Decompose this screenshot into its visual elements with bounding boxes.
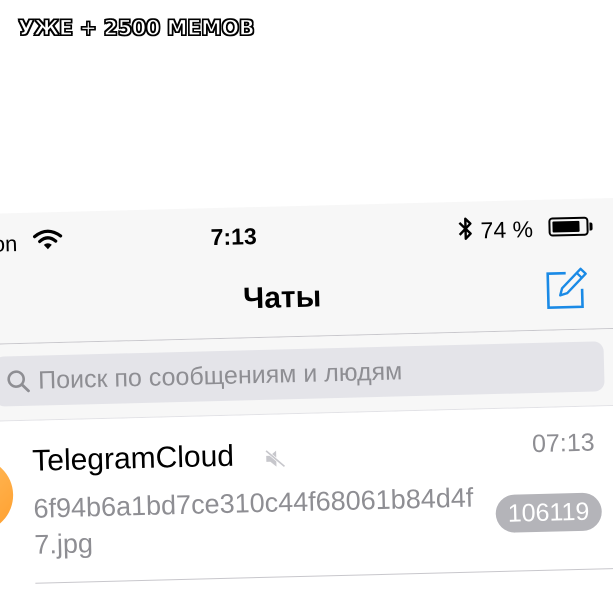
compose-icon[interactable] (544, 267, 589, 312)
wifi-icon (32, 228, 63, 257)
unread-count-badge: 106119 (495, 492, 602, 534)
chat-avatar (0, 457, 15, 534)
chat-list-item[interactable]: TelegramCloud 07:13 6f94b6a1bd7ce310c44f… (0, 405, 613, 567)
battery-icon (548, 216, 589, 237)
muted-speaker-icon (264, 448, 287, 474)
phone-screen: on 7:13 74 % Чаты Поиск по сообщениям и … (0, 197, 613, 614)
search-icon (6, 369, 31, 401)
chat-time: 07:13 (531, 428, 595, 459)
battery-level (552, 220, 580, 233)
carrier-name: on (0, 231, 18, 257)
battery-percentage: 74 % (480, 216, 534, 244)
page-title: Чаты (242, 280, 322, 316)
chat-message-preview: 6f94b6a1bd7ce310c44f68061b84d4f7.jpg (33, 482, 474, 560)
battery-tip (589, 222, 593, 231)
meme-screenshot: УЖЕ + 2500 МЕМОВ on 7:13 74 % Чаты Поиск… (0, 0, 613, 614)
status-bar: on 7:13 74 % (0, 209, 613, 260)
status-time: 7:13 (210, 223, 258, 251)
chat-name: TelegramCloud (31, 439, 235, 478)
search-box[interactable] (0, 341, 605, 407)
row-divider (35, 567, 613, 584)
meme-caption: УЖЕ + 2500 МЕМОВ (17, 15, 255, 40)
navigation-header: on 7:13 74 % Чаты (0, 197, 613, 345)
bluetooth-icon (456, 215, 475, 248)
search-input[interactable] (37, 349, 579, 398)
